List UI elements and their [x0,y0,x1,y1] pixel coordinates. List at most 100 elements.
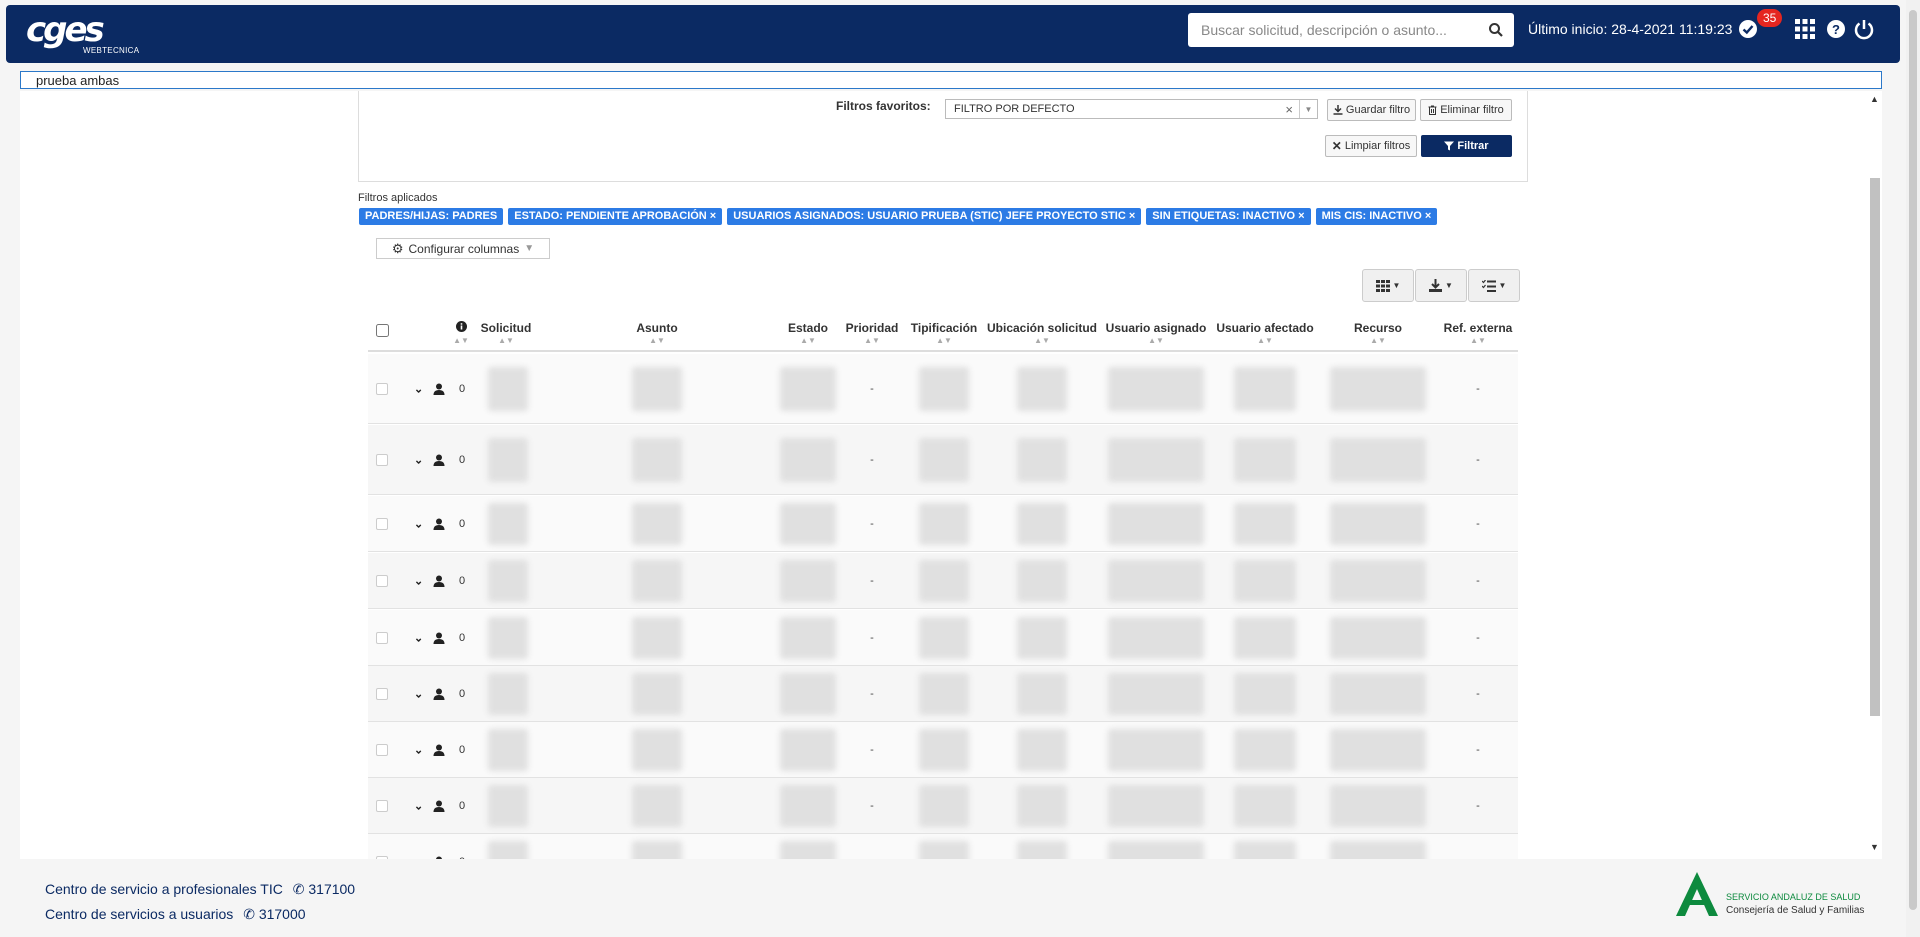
row-checkbox[interactable] [376,575,388,587]
title-input[interactable] [20,71,1882,89]
select-all-checkbox[interactable] [376,324,389,337]
sort-icon[interactable]: ▲▼ [800,336,816,345]
sort-icon[interactable]: ▲▼ [1148,336,1164,345]
row-checkbox[interactable] [376,383,388,395]
sort-icon[interactable]: ▲▼ [864,336,880,345]
user-icon[interactable] [433,518,445,530]
sort-icon[interactable]: ▲▼ [649,336,665,345]
table-row[interactable]: ⌄0-- [368,834,1518,859]
redacted-cell [780,841,836,859]
search-icon[interactable] [1488,22,1504,38]
row-checkbox[interactable] [376,688,388,700]
list-options-button[interactable]: ▼ [1468,269,1520,302]
expand-chevron-icon[interactable]: ⌄ [414,800,423,813]
table-row[interactable]: ⌄0-- [368,610,1518,666]
row-checkbox[interactable] [376,518,388,530]
clear-filters-button[interactable]: ✕ Limpiar filtros [1325,135,1417,157]
footer [0,859,1906,937]
help-icon[interactable]: ? [1824,17,1848,41]
col-usuario-asignado[interactable]: Usuario asignado [1106,321,1207,335]
col-ubicacion[interactable]: Ubicación solicitud [987,321,1097,335]
user-icon[interactable] [433,383,445,395]
notification-badge[interactable]: 35 [1757,9,1783,27]
table-row[interactable]: ⌄0-- [368,778,1518,834]
table-row[interactable]: ⌄0-- [368,553,1518,609]
scroll-up-arrow-icon[interactable]: ▲ [1870,94,1879,104]
page-scrollbar-thumb[interactable] [1909,10,1917,910]
redacted-cell [1108,729,1204,771]
filter-chip-mis-cis[interactable]: MIS CIS: INACTIVO × [1315,208,1438,225]
table-row[interactable]: ⌄0-- [368,722,1518,778]
expand-chevron-icon[interactable]: ⌄ [414,744,423,757]
save-filter-button[interactable]: Guardar filtro [1327,99,1416,121]
row-checkbox[interactable] [376,800,388,812]
row-checkbox[interactable] [376,744,388,756]
table-row[interactable]: ⌄0-- [368,425,1518,495]
content-scrollbar-thumb[interactable] [1870,178,1880,716]
user-icon[interactable] [433,575,445,587]
redacted-cell [1234,617,1296,659]
col-usuario-afectado[interactable]: Usuario afectado [1216,321,1313,335]
redacted-cell [1017,560,1067,602]
expand-chevron-icon[interactable]: ⌄ [414,575,423,588]
scroll-down-arrow-icon[interactable]: ▼ [1870,842,1879,852]
table-row[interactable]: ⌄0-- [368,666,1518,722]
delete-filter-button[interactable]: Eliminar filtro [1420,99,1512,121]
filter-chip-parents[interactable]: PADRES/HIJAS: PADRES [359,208,504,225]
redacted-cell [780,673,836,715]
redacted-cell [1234,729,1296,771]
clear-selection-icon[interactable]: × [1285,102,1293,117]
row-checkbox[interactable] [376,632,388,644]
configure-columns-button[interactable]: ⚙ Configurar columnas ▼ [376,238,550,259]
apply-filter-button[interactable]: Filtrar [1421,135,1512,157]
export-button[interactable]: ▼ [1415,269,1467,302]
grid-view-button[interactable]: ▼ [1362,269,1414,302]
global-search [1188,13,1514,47]
search-input[interactable] [1188,13,1468,47]
row-prioridad: - [870,800,874,812]
sort-icon[interactable]: ▲▼ [1034,336,1050,345]
expand-chevron-icon[interactable]: ⌄ [414,688,423,701]
filter-chip-estado[interactable]: ESTADO: PENDIENTE APROBACIÓN × [508,208,723,225]
user-icon[interactable] [433,800,445,812]
redacted-cell [1017,438,1067,482]
user-icon[interactable] [433,688,445,700]
power-icon[interactable] [1852,17,1876,41]
expand-chevron-icon[interactable]: ⌄ [414,383,423,396]
col-recurso[interactable]: Recurso [1354,321,1402,335]
footer-support-phone[interactable]: 317100 [308,881,355,897]
redacted-cell [632,617,682,659]
col-prioridad[interactable]: Prioridad [846,321,899,335]
org-department: Consejería de Salud y Familias [1726,905,1865,916]
sort-icon[interactable]: ▲▼ [936,336,952,345]
sort-icon[interactable]: ▲▼ [498,336,514,345]
apps-grid-icon[interactable] [1793,17,1817,41]
favorites-select[interactable]: FILTRO POR DEFECTO × ▼ [945,99,1318,119]
filter-chip-usuarios[interactable]: USUARIOS ASIGNADOS: USUARIO PRUEBA (STIC… [727,208,1142,225]
table-row[interactable]: ⌄0-- [368,496,1518,552]
expand-chevron-icon[interactable]: ⌄ [414,518,423,531]
sort-icon[interactable]: ▲▼ [453,336,469,345]
footer-users-phone[interactable]: 317000 [259,906,306,922]
cges-logo[interactable]: cges WEBTECNICA [26,13,156,56]
user-icon[interactable] [433,632,445,644]
sort-icon[interactable]: ▲▼ [1370,336,1386,345]
col-ref-externa[interactable]: Ref. externa [1444,321,1513,335]
table-row[interactable]: ⌄0-- [368,354,1518,424]
row-checkbox[interactable] [376,454,388,466]
expand-chevron-icon[interactable]: ⌄ [414,454,423,467]
user-icon[interactable] [433,744,445,756]
col-tipificacion[interactable]: Tipificación [911,321,977,335]
sort-icon[interactable]: ▲▼ [1470,336,1486,345]
expand-chevron-icon[interactable]: ⌄ [414,632,423,645]
col-estado[interactable]: Estado [788,321,828,335]
row-subrequest-count: 0 [459,744,466,756]
filter-chip-etiquetas[interactable]: SIN ETIQUETAS: INACTIVO × [1146,208,1311,225]
chevron-down-icon[interactable]: ▼ [1299,100,1317,118]
col-solicitud[interactable]: Solicitud [481,321,532,335]
chevron-down-icon: ▼ [524,243,535,254]
sort-icon[interactable]: ▲▼ [1257,336,1273,345]
user-icon[interactable] [433,454,445,466]
col-asunto[interactable]: Asunto [636,321,677,335]
redacted-cell [1017,785,1067,827]
